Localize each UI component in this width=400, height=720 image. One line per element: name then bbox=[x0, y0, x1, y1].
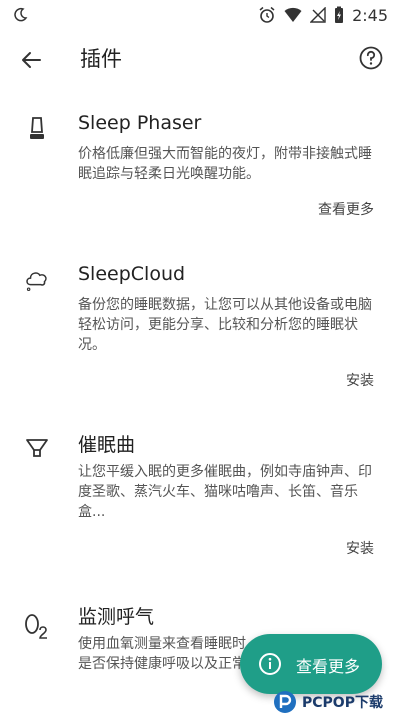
cloud-icon bbox=[24, 265, 50, 293]
watermark: PCPOP下载 bbox=[272, 684, 400, 720]
plugin-name: SleepCloud bbox=[78, 263, 186, 285]
status-bar: 2:45 bbox=[0, 0, 400, 30]
status-icons: 2:45 bbox=[258, 6, 388, 25]
alarm-icon bbox=[258, 6, 276, 24]
page-title: 插件 bbox=[80, 47, 122, 71]
list-item: 催眠曲 让您平缓入眠的更多催眠曲，例如寺庙钟声、印度圣歌、蒸汽火车、猫咪咕噜声、… bbox=[0, 430, 400, 560]
sleep-phaser-lamp-icon bbox=[24, 114, 50, 142]
status-time: 2:45 bbox=[352, 5, 388, 25]
lullaby-bowl-icon bbox=[24, 432, 50, 460]
install-button[interactable]: 安装 bbox=[346, 370, 374, 390]
plugin-description: 让您平缓入眠的更多催眠曲，例如寺庙钟声、印度圣歌、蒸汽火车、猫咪咕噜声、长笛、音… bbox=[78, 464, 372, 520]
list-item: SleepCloud 备份您的睡眠数据，让您可以从其他设备或电脑轻松访问，更能分… bbox=[0, 263, 400, 393]
info-icon bbox=[258, 652, 282, 676]
no-signal-icon bbox=[310, 7, 326, 23]
plugin-name: Sleep Phaser bbox=[78, 112, 202, 134]
help-circle-icon[interactable] bbox=[358, 45, 384, 71]
plugin-description: 价格低廉但强大而智能的夜灯，附带非接触式睡眠追踪与轻柔日光唤醒功能。 bbox=[78, 146, 372, 182]
app-bar: 插件 bbox=[0, 30, 400, 88]
plugin-name: 监测呼气 bbox=[78, 606, 155, 628]
fab-label: 查看更多 bbox=[296, 657, 361, 676]
plugin-description: 备份您的睡眠数据，让您可以从其他设备或电脑轻松访问，更能分享、比较和分析您的睡眠… bbox=[78, 297, 372, 353]
list-item: Sleep Phaser 价格低廉但强大而智能的夜灯，附带非接触式睡眠追踪与轻柔… bbox=[0, 112, 400, 232]
o2-icon bbox=[24, 612, 50, 640]
battery-charging-icon bbox=[334, 6, 344, 24]
plugin-description: 使用血氧测量来查看睡眠时是否保持健康呼吸以及正常 bbox=[78, 636, 246, 672]
moon-icon bbox=[12, 7, 28, 23]
arrow-back-icon[interactable] bbox=[18, 46, 46, 74]
watermark-text: PCPOP下载 bbox=[302, 695, 383, 711]
plugin-name: 催眠曲 bbox=[78, 434, 136, 456]
wifi-icon bbox=[284, 7, 302, 23]
pcpop-logo-icon bbox=[272, 689, 298, 715]
learn-more-button[interactable]: 查看更多 bbox=[318, 199, 374, 219]
install-button[interactable]: 安装 bbox=[346, 538, 374, 558]
